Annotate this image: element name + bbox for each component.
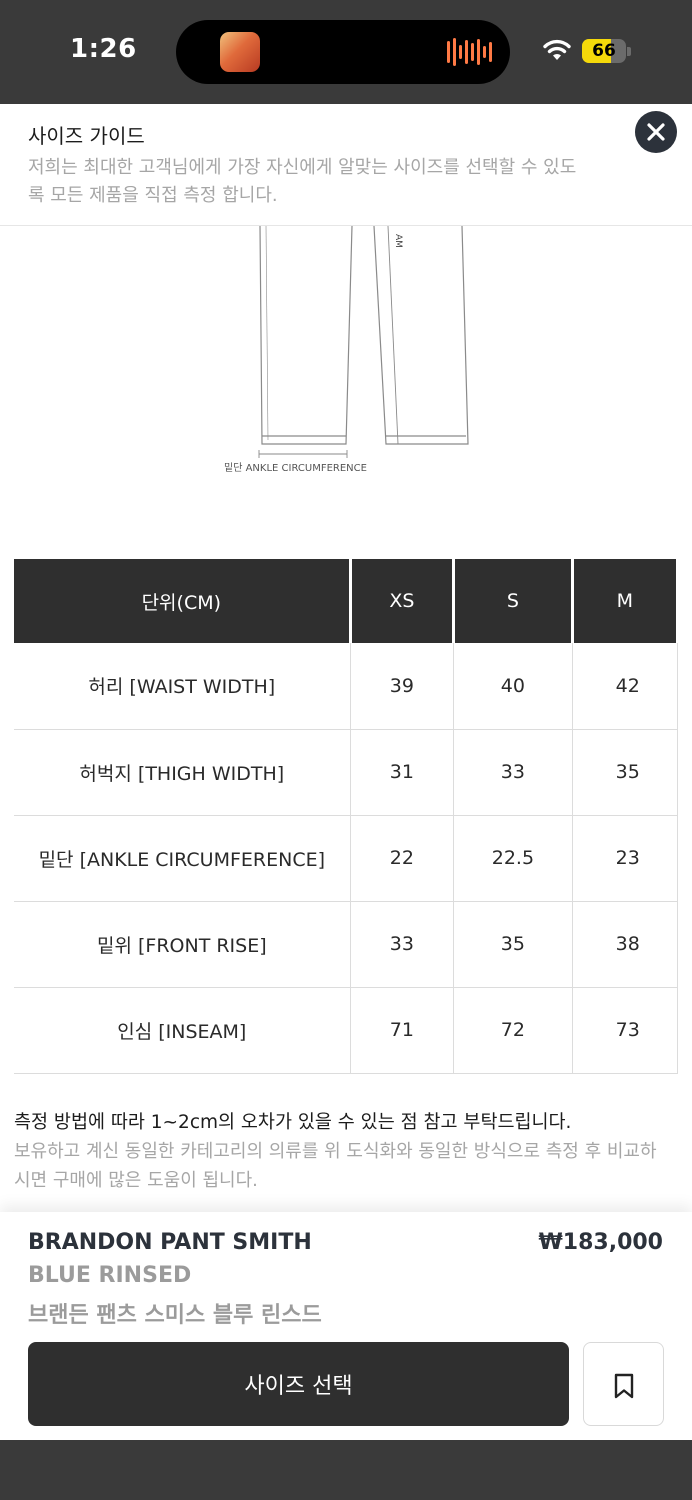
product-name-korean: 브랜든 팬츠 스미스 블루 린스드 <box>28 1303 322 1328</box>
size-guide-sheet: 사이즈 가이드 저희는 최대한 고객님에게 가장 자신에게 알맞는 사이즈를 선… <box>0 104 692 1440</box>
battery-percent: 66 <box>592 41 616 61</box>
size-table: 단위(CM) XS S M 허리 [WAIST WIDTH] 39 40 42 … <box>14 559 679 1074</box>
table-cell: 22 <box>350 815 455 902</box>
product-color: BLUE RINSED <box>28 1263 192 1288</box>
status-bar: 1:26 66 <box>0 0 692 104</box>
table-row: 밑위 [FRONT RISE] 33 35 38 <box>14 901 679 988</box>
table-cell: 22.5 <box>453 815 573 902</box>
table-cell: 72 <box>453 987 573 1074</box>
home-indicator-area <box>0 1440 692 1500</box>
size-header-s: S <box>453 559 574 643</box>
table-row: 허리 [WAIST WIDTH] 39 40 42 <box>14 643 679 730</box>
unit-header: 단위(CM) <box>14 559 352 643</box>
measurement-label: 인심 [INSEAM] <box>14 987 351 1074</box>
table-cell: 23 <box>572 815 679 902</box>
table-row: 밑단 [ANKLE CIRCUMFERENCE] 22 22.5 23 <box>14 815 679 902</box>
table-cell: 38 <box>572 901 679 988</box>
close-icon <box>647 123 665 141</box>
sheet-title: 사이즈 가이드 <box>28 124 145 148</box>
measurement-tip: 보유하고 계신 동일한 카테고리의 의류를 위 도식화와 동일한 방식으로 측정… <box>14 1141 657 1191</box>
bookmark-icon <box>614 1373 634 1399</box>
table-cell: 35 <box>572 729 679 816</box>
table-cell: 42 <box>572 643 679 730</box>
close-button[interactable] <box>635 111 677 153</box>
status-time: 1:26 <box>70 34 137 64</box>
battery-indicator: 66 <box>582 39 626 63</box>
product-panel: BRANDON PANT SMITH BLUE RINSED 브랜든 팬츠 스미… <box>0 1212 692 1440</box>
size-header-xs: XS <box>350 559 456 643</box>
size-header-m: M <box>572 559 679 643</box>
audio-waveform-icon <box>447 38 492 66</box>
table-cell: 71 <box>350 987 455 1074</box>
now-playing-artwork <box>220 32 260 72</box>
product-price: ₩183,000 <box>538 1230 663 1255</box>
table-row: 인심 [INSEAM] 71 72 73 <box>14 987 679 1074</box>
measurement-label: 밑위 [FRONT RISE] <box>14 901 351 988</box>
dynamic-island[interactable] <box>176 20 510 84</box>
measurement-label: 허리 [WAIST WIDTH] <box>14 643 351 730</box>
sheet-description: 저희는 최대한 고객님에게 가장 자신에게 알맞는 사이즈를 선택할 수 있도록… <box>28 157 577 206</box>
table-cell: 33 <box>453 729 573 816</box>
table-cell: 40 <box>453 643 573 730</box>
table-cell: 39 <box>350 643 455 730</box>
table-cell: 31 <box>350 729 455 816</box>
wifi-icon <box>543 39 571 60</box>
product-name: BRANDON PANT SMITH <box>28 1230 312 1255</box>
select-size-button[interactable]: 사이즈 선택 <box>28 1342 569 1426</box>
size-table-header-row: 단위(CM) XS S M <box>14 559 679 643</box>
table-cell: 33 <box>350 901 455 988</box>
table-cell: 73 <box>572 987 679 1074</box>
measurement-label: 밑단 [ANKLE CIRCUMFERENCE] <box>14 815 351 902</box>
measurement-label: 허벅지 [THIGH WIDTH] <box>14 729 351 816</box>
table-cell: 35 <box>453 901 573 988</box>
battery-nub <box>627 47 631 56</box>
bookmark-button[interactable] <box>583 1342 664 1426</box>
table-row: 허벅지 [THIGH WIDTH] 31 33 35 <box>14 729 679 816</box>
measurement-note: 측정 방법에 따라 1~2cm의 오차가 있을 수 있는 점 참고 부탁드립니다… <box>14 1112 572 1133</box>
sheet-header: 사이즈 가이드 저희는 최대한 고객님에게 가장 자신에게 알맞는 사이즈를 선… <box>0 104 692 226</box>
